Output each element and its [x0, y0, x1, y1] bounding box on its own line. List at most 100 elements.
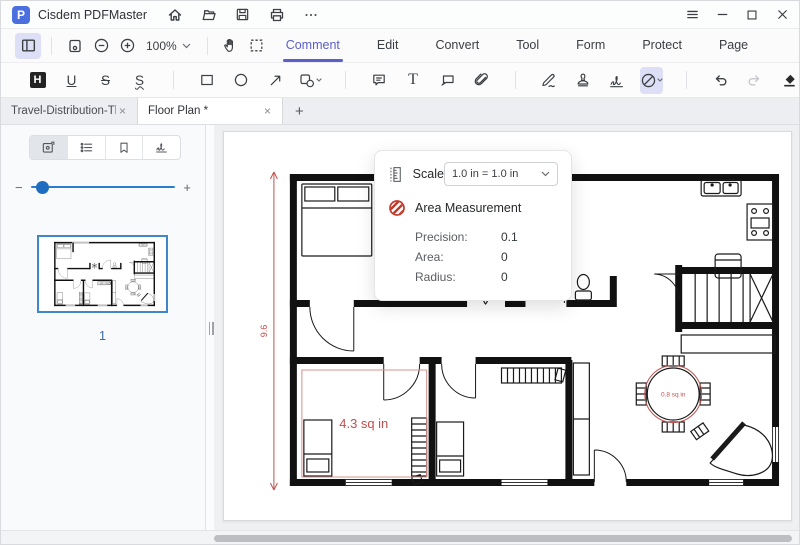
panel-tab-outline[interactable]	[68, 136, 106, 159]
document-canvas: 4.3 sq in 0.8 sq in 9.6 Scale 1.0 in = 1…	[214, 125, 799, 530]
more-icon[interactable]	[299, 3, 322, 26]
tab-convert[interactable]: Convert	[435, 29, 479, 63]
slider-zoom-out[interactable]: −	[15, 180, 23, 195]
titlebar: P Cisdem PDFMaster	[1, 1, 799, 29]
slider-zoom-in[interactable]: +	[183, 180, 191, 195]
text-tool-button[interactable]: T	[403, 67, 424, 94]
home-icon[interactable]	[163, 3, 186, 26]
separator	[686, 71, 688, 89]
page-view-button[interactable]	[62, 33, 88, 59]
workspace: − + 1 4.3 sq in 0.8 sq in 9.6 Scale 1.0 …	[1, 125, 799, 544]
underline-tool-button[interactable]: U	[61, 67, 82, 94]
eraser-button[interactable]	[778, 67, 799, 94]
slider-track[interactable]	[30, 180, 176, 194]
squiggly-tool-button[interactable]: S	[129, 67, 150, 94]
horizontal-scrollbar-thumb[interactable]	[214, 534, 792, 542]
page-number-label: 1	[98, 328, 107, 343]
document-tab-label: Floor Plan *	[148, 105, 209, 117]
sidebar-toggle-button[interactable]	[15, 32, 41, 59]
panel-tab-bookmarks[interactable]	[106, 136, 144, 159]
document-tab-travel[interactable]: Travel-Distribution-Th... ×	[1, 98, 138, 124]
tab-edit[interactable]: Edit	[377, 29, 399, 63]
document-tab-label: Travel-Distribution-Th...	[11, 105, 116, 117]
annotation-toolbar: H U S S T	[1, 63, 799, 98]
measure-tool-button[interactable]	[640, 66, 664, 94]
separator	[51, 36, 52, 55]
ribbon-tabs: Comment Edit Convert Tool Form Protect P…	[282, 29, 748, 63]
chevron-down-icon	[541, 171, 550, 177]
attachment-tool-button[interactable]	[471, 67, 492, 94]
tab-page[interactable]: Page	[719, 29, 748, 63]
squiggly-icon: S	[134, 72, 144, 88]
redo-button[interactable]	[744, 67, 765, 94]
close-tab-icon[interactable]: ×	[116, 104, 129, 118]
tab-comment[interactable]: Comment	[282, 29, 344, 63]
pdf-page[interactable]: 4.3 sq in 0.8 sq in 9.6 Scale 1.0 in = 1…	[223, 131, 792, 521]
table-area-label: 0.8 sq in	[661, 391, 686, 398]
horizontal-scrollbar[interactable]	[1, 530, 799, 544]
chevron-down-icon	[657, 78, 664, 82]
close-icon[interactable]	[767, 2, 797, 28]
shapes-tool-button[interactable]	[299, 67, 322, 94]
pencil-tool-button[interactable]	[538, 67, 559, 94]
maximize-icon[interactable]	[737, 2, 767, 28]
strikethrough-tool-button[interactable]: S	[95, 67, 116, 94]
zoom-level-dropdown[interactable]: 100%	[146, 39, 191, 53]
separator	[344, 71, 346, 89]
thumbnails-icon	[42, 141, 55, 153]
thumbnail-size-slider: − +	[15, 177, 191, 197]
text-icon: T	[408, 71, 418, 88]
arrow-tool-button[interactable]	[265, 67, 286, 94]
note-tool-button[interactable]	[369, 67, 390, 94]
area-value: 0	[501, 250, 508, 264]
print-icon[interactable]	[265, 3, 288, 26]
document-tab-floor-plan[interactable]: Floor Plan * ×	[138, 98, 283, 124]
minimize-icon[interactable]	[707, 2, 737, 28]
room-area-label: 4.3 sq in	[339, 416, 388, 431]
new-tab-button[interactable]: +	[283, 98, 316, 124]
tool-title: Area Measurement	[415, 201, 522, 215]
save-icon[interactable]	[231, 3, 254, 26]
area-measurement-icon	[389, 200, 405, 216]
app-logo: P	[12, 5, 30, 24]
undo-button[interactable]	[710, 67, 731, 94]
document-tabbar: Travel-Distribution-Th... × Floor Plan *…	[1, 98, 799, 125]
hand-tool-button[interactable]	[218, 33, 244, 59]
signature-tool-button[interactable]	[606, 67, 627, 94]
zoom-in-button[interactable]	[114, 33, 140, 59]
precision-value: 0.1	[501, 230, 518, 244]
outline-icon	[80, 142, 92, 153]
scale-ruler-icon	[390, 166, 401, 182]
separator	[173, 71, 174, 89]
highlight-tool-button[interactable]: H	[27, 67, 48, 94]
precision-label: Precision:	[415, 230, 468, 244]
separator	[514, 71, 516, 89]
stamp-tool-button[interactable]	[572, 67, 593, 94]
ellipse-tool-button[interactable]	[231, 67, 252, 94]
thumbnail-sidebar: − + 1	[1, 125, 206, 530]
panel-tab-thumbnails[interactable]	[30, 136, 68, 159]
zoom-out-button[interactable]	[88, 33, 114, 59]
radius-value: 0	[501, 270, 508, 284]
measure-icon	[642, 73, 656, 87]
scale-value: 1.0 in = 1.0 in	[451, 168, 519, 180]
measurement-popup: Scale 1.0 in = 1.0 in Area Measurement P…	[374, 150, 572, 301]
tab-tool[interactable]: Tool	[516, 29, 539, 63]
marquee-select-button[interactable]	[244, 33, 270, 59]
menu-icon[interactable]	[677, 2, 707, 28]
tab-protect[interactable]: Protect	[642, 29, 682, 63]
rectangle-tool-button[interactable]	[197, 67, 218, 94]
bookmark-icon	[120, 142, 128, 153]
panel-tabs	[29, 135, 181, 160]
main-toolbar: 100% Comment Edit Convert Tool Form Prot…	[1, 29, 799, 63]
slider-thumb[interactable]	[36, 180, 50, 194]
callout-tool-button[interactable]	[437, 67, 458, 94]
close-tab-icon[interactable]: ×	[261, 104, 274, 118]
tab-form[interactable]: Form	[576, 29, 605, 63]
page-thumbnail[interactable]	[37, 235, 168, 313]
open-folder-icon[interactable]	[197, 3, 220, 26]
measurement-fields: Precision: 0.1 Area: 0 Radius: 0	[388, 227, 558, 287]
scale-dropdown[interactable]: 1.0 in = 1.0 in	[443, 162, 558, 186]
signature-icon	[156, 143, 168, 153]
panel-tab-signatures[interactable]	[143, 136, 180, 159]
